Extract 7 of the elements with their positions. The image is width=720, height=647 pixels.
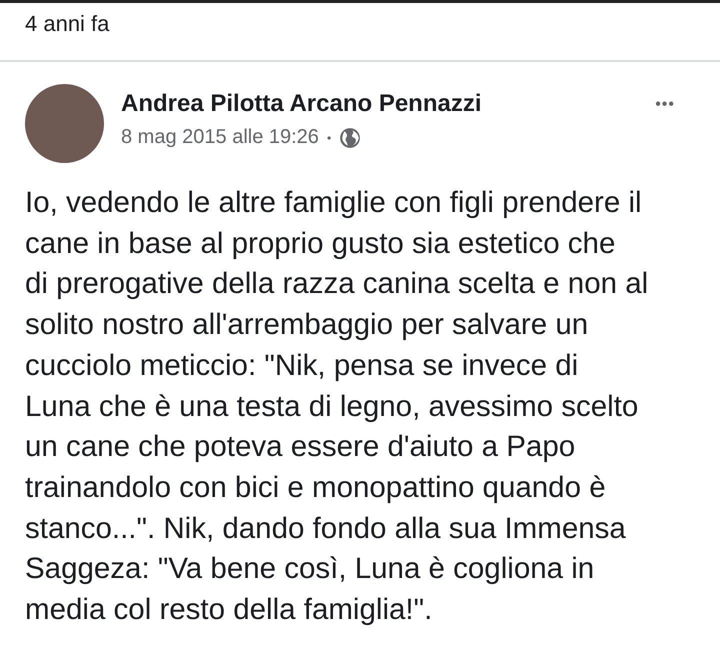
post-text: Io, vedendo le altre famiglie con figli prendere il cane in base al proprio gusto sia estetico che di prerogative della razza canina scelta e non al solito nostro all'arrembaggio per salvare un cucciolo meticcio: "Nik, pensa se invece di Luna che è una testa di legno, avessimo scelto un cane che poteva essere d'aiuto a Papo trainandolo con bici e monopattino quando è stanco...". Nik, dando fondo alla sua Immensa Saggeza: "Va bene così, Luna è cogliona in media col resto della famiglia!".: [25, 185, 650, 628]
separator-dot: •: [326, 130, 332, 144]
post-date[interactable]: 8 mag 2015 alle 19:26: [121, 126, 319, 149]
author-name[interactable]: Andrea Pilotta Arcano Pennazzi: [121, 90, 656, 118]
more-options-button[interactable]: •••: [655, 96, 675, 114]
globe-icon: [339, 126, 362, 148]
time-ago-label: 4 anni fa: [25, 11, 110, 37]
